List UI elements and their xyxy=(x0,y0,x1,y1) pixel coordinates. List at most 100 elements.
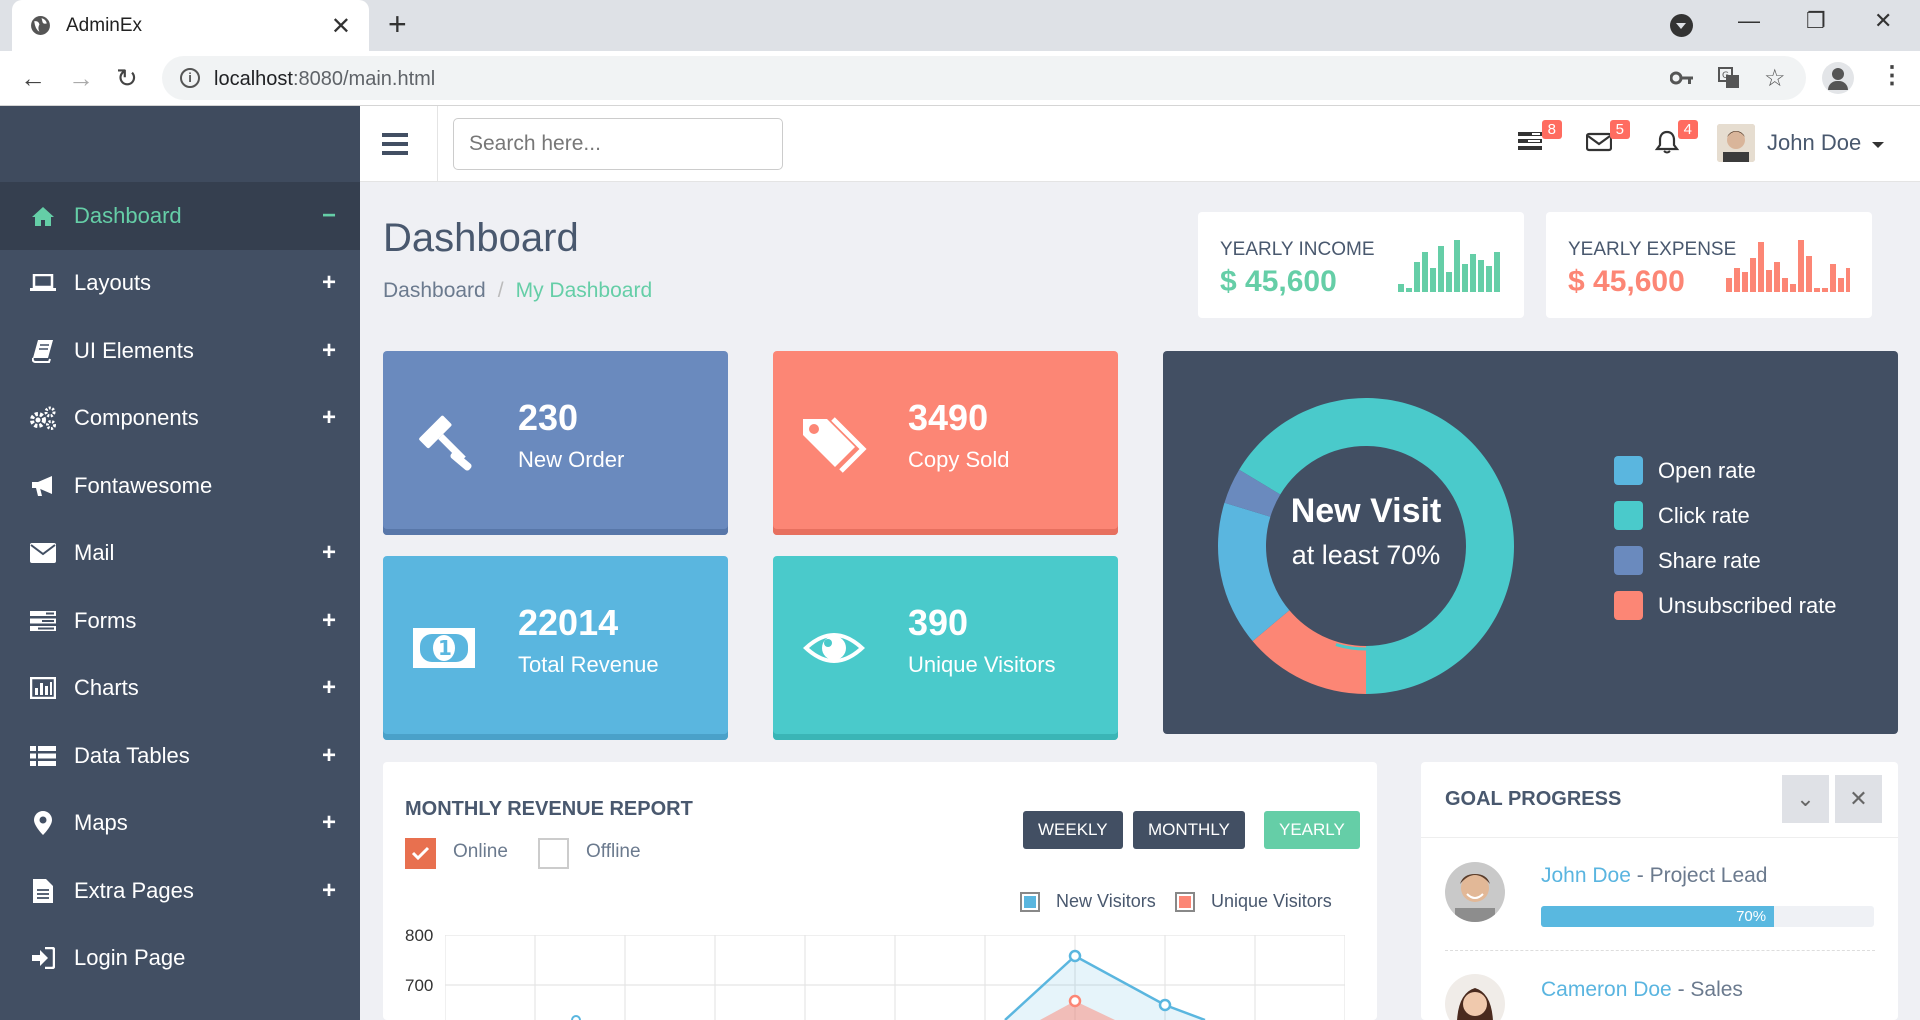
tile-label: Total Revenue xyxy=(518,652,659,677)
new-tab-button[interactable]: + xyxy=(388,8,407,40)
goal-person-name[interactable]: Cameron Doe xyxy=(1541,978,1672,1001)
forward-icon[interactable]: → xyxy=(68,63,94,94)
sidebar-item-label: Login Page xyxy=(74,945,186,971)
mail-icon[interactable]: 5 xyxy=(1585,120,1630,160)
sidebar-item-components[interactable]: Components + xyxy=(0,385,360,453)
unique-visitors-tile[interactable]: 390 Unique Visitors xyxy=(773,556,1118,740)
new-order-tile[interactable]: 230 New Order xyxy=(383,351,728,535)
sidebar-item-login-page[interactable]: Login Page xyxy=(0,925,360,993)
sidebar-item-maps[interactable]: Maps + xyxy=(0,790,360,858)
legend-click-rate: Click rate xyxy=(1614,501,1750,530)
svg-text:1: 1 xyxy=(438,636,452,660)
close-icon[interactable]: ✕ xyxy=(1835,775,1882,823)
sidebar-item-fontawesome[interactable]: Fontawesome xyxy=(0,452,360,520)
yearly-income-card: YEARLY INCOME $ 45,600 xyxy=(1198,212,1524,318)
sidebar-item-label: Forms xyxy=(74,607,137,633)
monthly-revenue-panel: MONTHLY REVENUE REPORT WEEKLY MONTHLY YE… xyxy=(383,762,1377,1020)
sidebar-item-dashboard[interactable]: Dashboard − xyxy=(0,182,360,250)
tab-close-icon[interactable]: ✕ xyxy=(331,12,351,41)
restore-button[interactable]: ❐ xyxy=(1806,8,1826,34)
sign-in-icon xyxy=(28,947,58,970)
sparkline-bar xyxy=(1838,278,1844,292)
browser-tab[interactable]: AdminEx ✕ xyxy=(12,0,369,51)
sidebar-item-layouts[interactable]: Layouts + xyxy=(0,250,360,318)
legend-share-rate: Share rate xyxy=(1614,546,1761,575)
tasks-badge: 8 xyxy=(1541,120,1562,139)
sidebar-item-extra-pages[interactable]: Extra Pages + xyxy=(0,857,360,925)
expense-sparkline xyxy=(1726,240,1850,292)
offline-checkbox[interactable] xyxy=(538,838,569,869)
y-tick-label: 700 xyxy=(405,976,434,995)
profile-icon[interactable] xyxy=(1822,62,1854,94)
expand-icon[interactable]: + xyxy=(322,607,336,635)
avatar[interactable] xyxy=(1717,124,1755,162)
expand-icon[interactable]: + xyxy=(322,404,336,432)
donut-subtitle: at least 70% xyxy=(1291,540,1441,570)
tab-search-icon[interactable] xyxy=(1670,14,1693,37)
expand-icon[interactable]: + xyxy=(322,742,336,770)
chevron-down-icon[interactable]: ⌄ xyxy=(1782,775,1829,823)
tasks-icon[interactable]: 8 xyxy=(1518,120,1562,160)
gavel-icon xyxy=(419,415,472,471)
yearly-button[interactable]: YEARLY xyxy=(1264,811,1360,849)
breadcrumb-item[interactable]: Dashboard xyxy=(383,279,486,302)
expand-icon[interactable]: + xyxy=(322,877,336,905)
progress-bar: 70% xyxy=(1541,906,1874,927)
legend-label: Unsubscribed rate xyxy=(1658,592,1837,618)
sidebar-item-mail[interactable]: Mail + xyxy=(0,520,360,588)
collapse-icon[interactable]: − xyxy=(322,202,336,230)
close-window-button[interactable]: ✕ xyxy=(1874,8,1892,34)
svg-text:G: G xyxy=(1722,71,1729,81)
laptop-icon xyxy=(28,274,58,292)
goal-person-name[interactable]: John Doe xyxy=(1541,864,1631,887)
expand-icon[interactable]: + xyxy=(322,269,336,297)
hamburger-icon[interactable] xyxy=(382,133,408,155)
sparkline-bar xyxy=(1822,288,1828,292)
sidebar-item-ui-elements[interactable]: UI Elements + xyxy=(0,317,360,385)
sparkline-bar xyxy=(1734,268,1740,292)
monthly-button[interactable]: MONTHLY xyxy=(1133,811,1245,849)
weekly-button[interactable]: WEEKLY xyxy=(1023,811,1123,849)
offline-label: Offline xyxy=(586,841,641,862)
bell-icon[interactable]: 4 xyxy=(1654,120,1698,160)
expand-icon[interactable]: + xyxy=(322,674,336,702)
expand-icon[interactable]: + xyxy=(322,809,336,837)
minimize-button[interactable]: — xyxy=(1738,8,1760,34)
online-checkbox[interactable] xyxy=(405,838,436,869)
breadcrumb-current[interactable]: My Dashboard xyxy=(516,279,653,302)
sidebar-item-charts[interactable]: Charts + xyxy=(0,655,360,723)
sidebar-item-data-tables[interactable]: Data Tables + xyxy=(0,722,360,790)
new-visitors-point xyxy=(571,1015,581,1020)
reload-icon[interactable]: ↻ xyxy=(116,63,138,94)
search-input[interactable] xyxy=(453,118,783,170)
sparkline-bar xyxy=(1494,252,1500,292)
eye-icon xyxy=(803,633,865,663)
url-path: :8080/main.html xyxy=(292,68,436,90)
donut-title: New Visit xyxy=(1290,492,1442,530)
caret-down-icon[interactable] xyxy=(1872,142,1884,148)
goal-person-role: - Sales xyxy=(1671,978,1743,1001)
money-icon: 1 xyxy=(413,628,475,668)
info-icon[interactable]: i xyxy=(180,68,200,88)
sidebar-item-forms[interactable]: Forms + xyxy=(0,587,360,655)
key-icon[interactable] xyxy=(1670,70,1694,86)
sparkline-bar xyxy=(1446,272,1452,292)
copy-sold-tile[interactable]: 3490 Copy Sold xyxy=(773,351,1118,535)
sparkline-bar xyxy=(1422,252,1428,292)
total-revenue-tile[interactable]: 1 22014 Total Revenue xyxy=(383,556,728,740)
sparkline-bar xyxy=(1774,262,1780,292)
sparkline-bar xyxy=(1430,268,1436,292)
tile-label: New Order xyxy=(518,447,625,472)
expand-icon[interactable]: + xyxy=(322,539,336,567)
star-icon[interactable]: ☆ xyxy=(1764,64,1786,93)
translate-icon[interactable]: G xyxy=(1718,67,1740,89)
user-name[interactable]: John Doe xyxy=(1767,130,1861,156)
url-field[interactable]: i localhost:8080/main.html G ☆ xyxy=(162,56,1806,100)
browser-menu-icon[interactable]: ⋮ xyxy=(1880,61,1904,90)
tile-number: 390 xyxy=(908,602,969,643)
sparkline-bar xyxy=(1438,246,1444,292)
expand-icon[interactable]: + xyxy=(322,337,336,365)
bullhorn-icon xyxy=(28,475,58,497)
back-icon[interactable]: ← xyxy=(20,63,46,94)
income-sparkline xyxy=(1398,240,1500,292)
